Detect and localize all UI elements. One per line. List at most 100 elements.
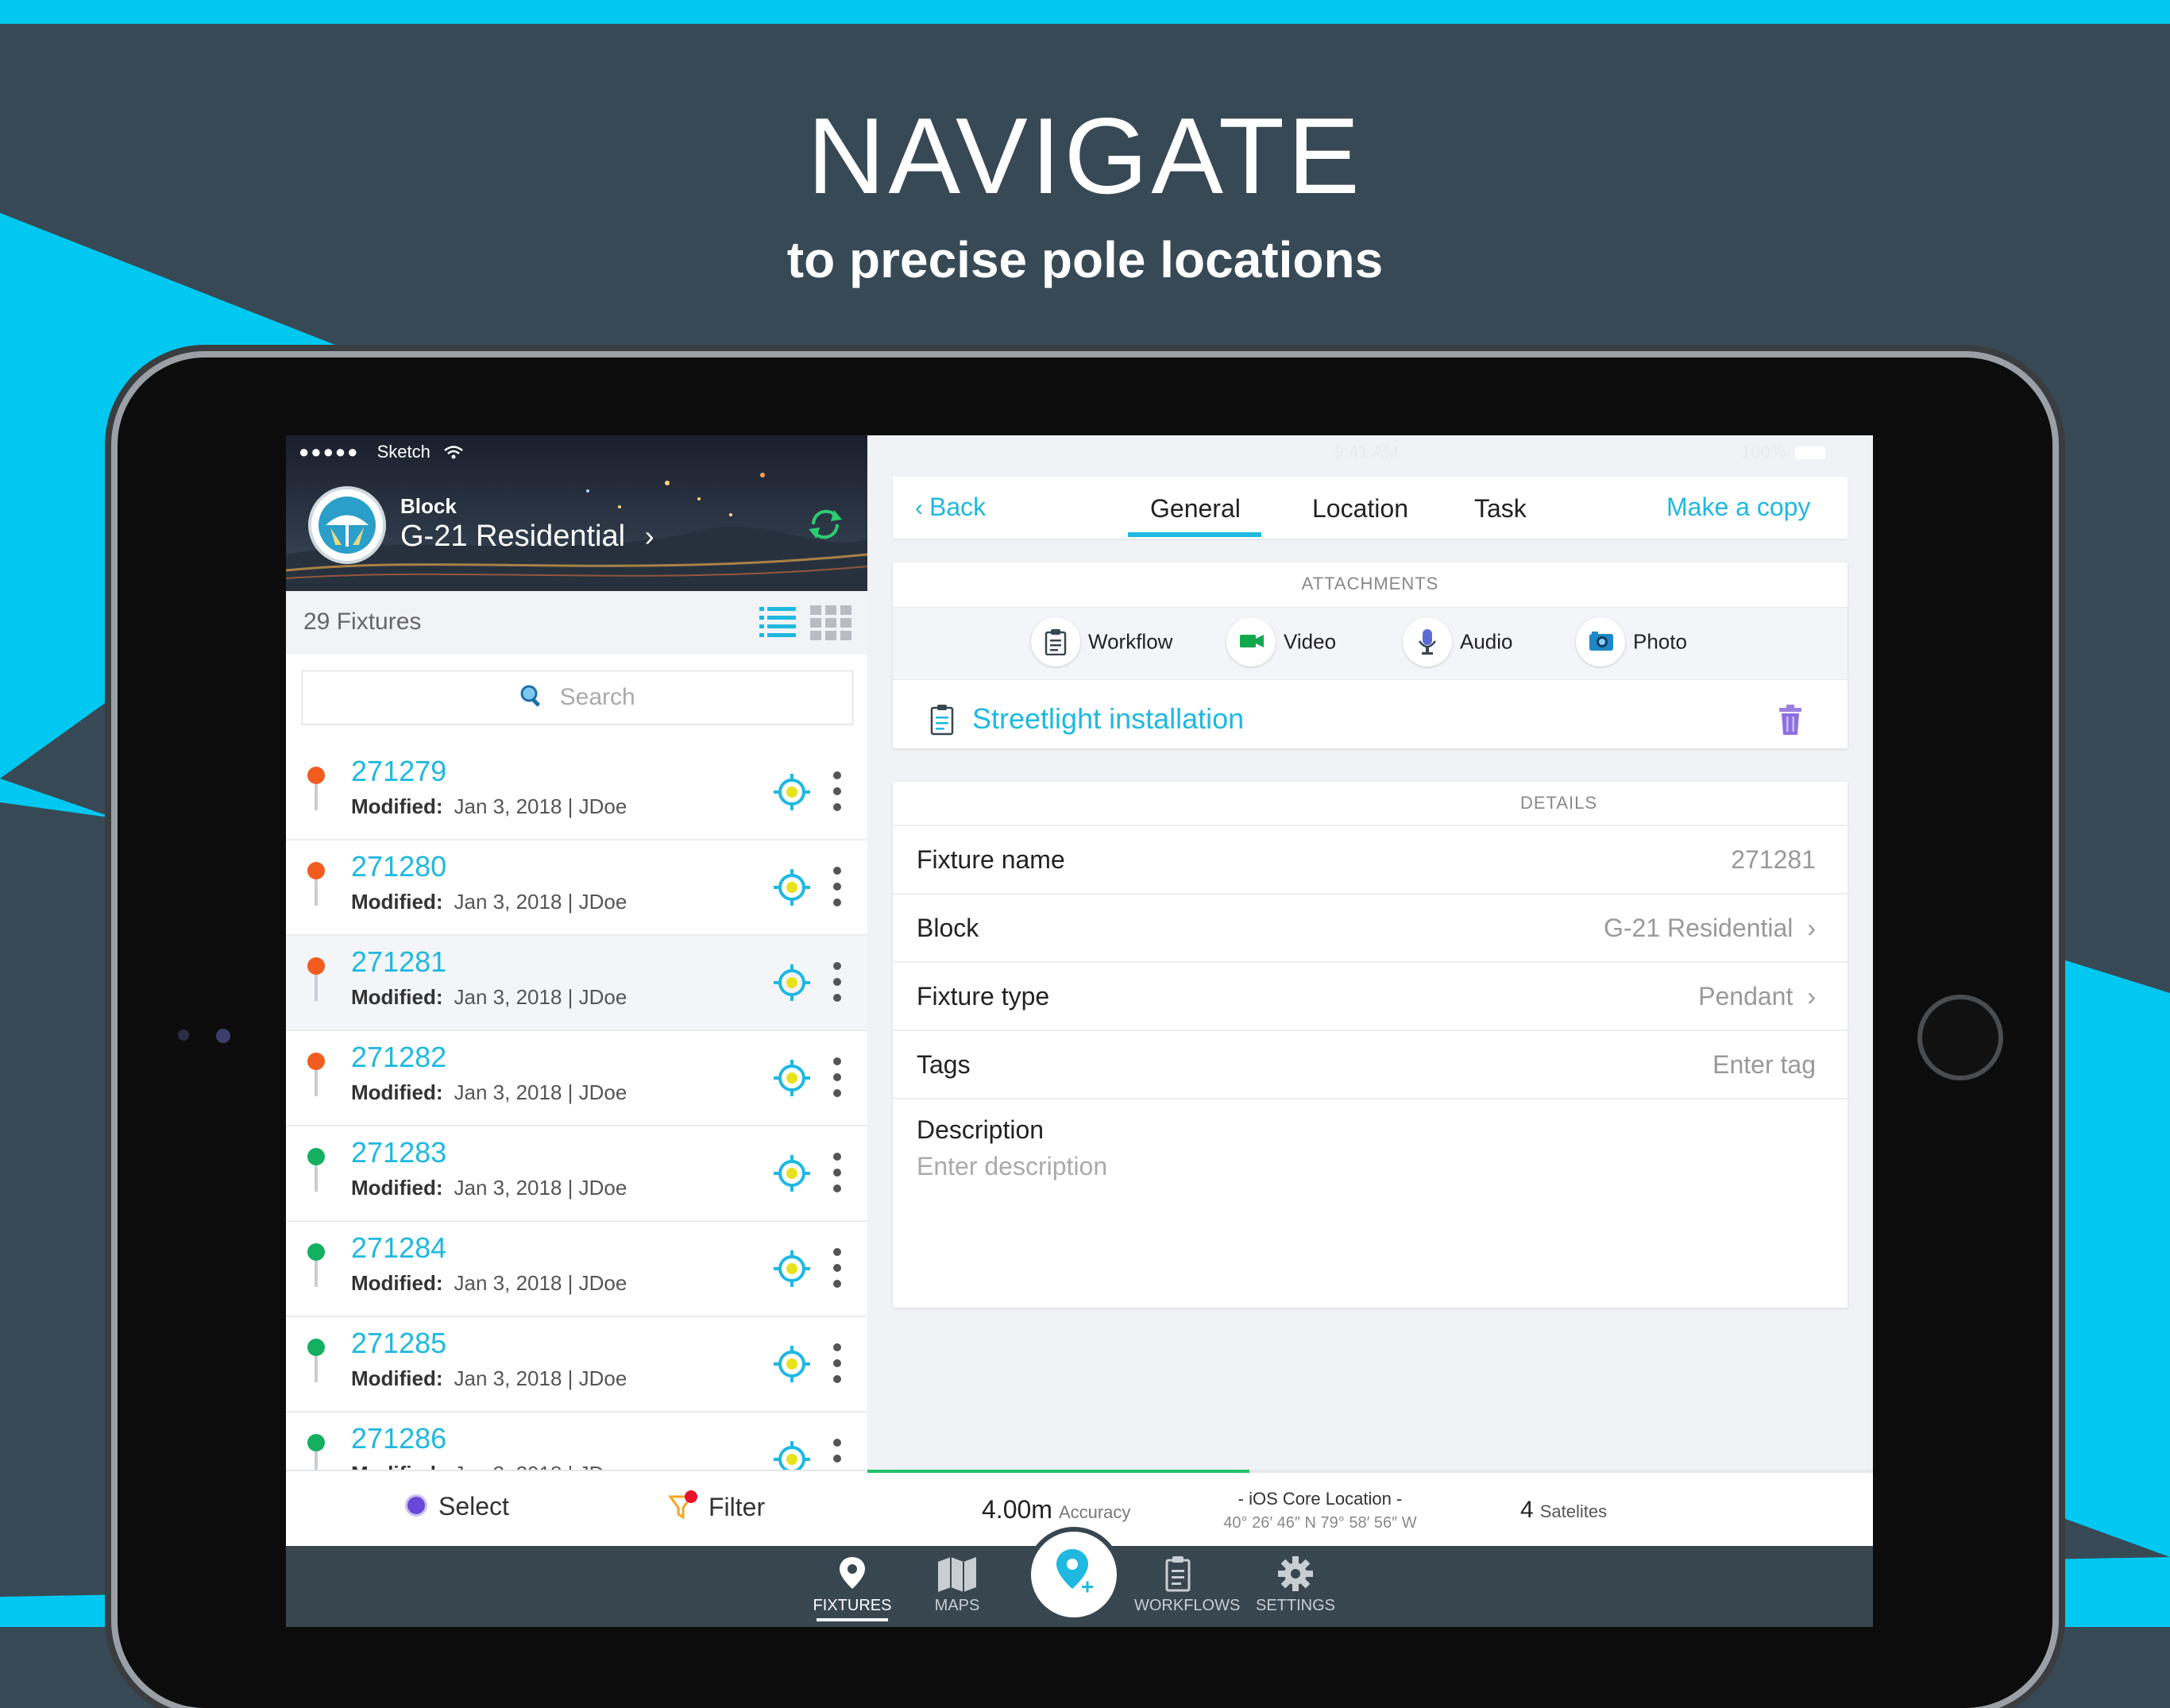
fixture-row[interactable]: 271282 Modified: Jan 3, 2018 | JDoe (286, 1031, 867, 1126)
modified-value: Jan 3, 2018 | JDoe (454, 794, 627, 818)
active-tab-indicator (1128, 532, 1261, 537)
location-progress-fill (867, 1470, 1250, 1473)
locate-target-icon[interactable] (772, 868, 812, 907)
block-header: ●●●●● Sketch Block G-21 Residential › (286, 435, 867, 591)
pin-icon (307, 1053, 325, 1096)
fixture-id: 271280 (351, 850, 447, 883)
hero-subtitle: to precise pole locations (786, 231, 1384, 288)
search-icon (520, 685, 541, 707)
trash-icon[interactable] (1778, 704, 1803, 736)
block-row[interactable]: Block G-21 Residential › (893, 893, 1848, 963)
camera-sensor (178, 1030, 189, 1041)
filter-icon (668, 1490, 697, 1520)
accuracy-value: 4.00m (982, 1495, 1052, 1524)
fixture-name-row[interactable]: Fixture name 271281 (893, 825, 1848, 895)
attach-audio-label: Audio (1460, 629, 1513, 654)
tab-general[interactable]: General (1150, 494, 1241, 524)
attach-photo-button[interactable]: Photo (1576, 617, 1687, 667)
modified-label: Modified: (351, 1366, 443, 1390)
locate-target-icon[interactable] (772, 1249, 812, 1289)
locate-target-icon[interactable] (772, 1058, 812, 1098)
filter-button[interactable]: Filter (667, 1490, 765, 1522)
select-button[interactable]: Select (405, 1492, 509, 1521)
tab-maps[interactable]: MAPS (913, 1554, 1001, 1615)
tab-settings[interactable]: SETTINGS (1252, 1554, 1339, 1615)
chevron-left-icon: ‹ (915, 495, 923, 521)
modified-label: Modified: (351, 890, 443, 914)
more-options-icon[interactable] (832, 771, 842, 812)
fixture-name-value: 271281 (1731, 845, 1816, 874)
grid-view-icon[interactable] (810, 604, 851, 640)
tab-fixtures[interactable]: FIXTURES (809, 1554, 896, 1621)
description-input[interactable]: Enter description (917, 1152, 1107, 1181)
details-heading: DETAILS (1520, 793, 1598, 813)
locate-target-icon[interactable] (772, 1344, 812, 1384)
more-options-icon[interactable] (832, 866, 842, 907)
attach-video-button[interactable]: Video (1226, 617, 1336, 667)
fixture-row[interactable]: 271280 Modified: Jan 3, 2018 | JDoe (286, 840, 867, 936)
pin-icon (307, 767, 325, 810)
fixture-row[interactable]: 271279 Modified: Jan 3, 2018 | JDoe (286, 745, 867, 840)
more-options-icon[interactable] (832, 1152, 842, 1193)
wifi-icon (444, 446, 463, 459)
app-screen: ●●●●● Sketch Block G-21 Residential › 29… (286, 435, 1873, 1627)
clipboard-icon (1165, 1556, 1191, 1592)
home-button[interactable] (1922, 999, 1998, 1076)
locate-target-icon[interactable] (772, 1153, 812, 1193)
block-name-link[interactable]: G-21 Residential › (400, 520, 654, 554)
list-view-icon[interactable] (759, 604, 796, 640)
tags-input[interactable]: Enter tag (1712, 1050, 1816, 1080)
clipboard-icon (1044, 629, 1067, 655)
map-pin-icon (840, 1557, 865, 1589)
fixture-row[interactable]: 271283 Modified: Jan 3, 2018 | JDoe (286, 1126, 867, 1222)
tags-row[interactable]: Tags Enter tag (893, 1030, 1848, 1099)
attached-workflow-row[interactable]: Streetlight installation (893, 690, 1848, 748)
tab-task[interactable]: Task (1474, 494, 1527, 524)
more-options-icon[interactable] (832, 1247, 842, 1289)
make-copy-button[interactable]: Make a copy (1666, 493, 1810, 522)
more-options-icon[interactable] (832, 1343, 842, 1384)
search-field[interactable]: Search (302, 670, 853, 725)
sync-icon[interactable] (805, 504, 845, 543)
tab-workflows[interactable]: WORKFLOWS (1134, 1554, 1240, 1615)
attach-workflow-button[interactable]: Workflow (1031, 617, 1172, 667)
tab-location[interactable]: Location (1312, 494, 1408, 524)
battery-status: 100% (1741, 442, 1826, 462)
fixture-detail-panel: 9:41 AM 100% ‹ Back General Location Task… (867, 435, 1873, 1546)
back-button[interactable]: ‹ Back (915, 493, 986, 522)
locate-target-icon[interactable] (772, 772, 812, 812)
fixtures-panel: ●●●●● Sketch Block G-21 Residential › 29… (286, 435, 867, 1627)
carrier-name: Sketch (376, 442, 431, 462)
left-footer: Select Filter (286, 1470, 867, 1548)
fixture-id: 271286 (351, 1422, 447, 1455)
tags-label: Tags (917, 1050, 971, 1079)
block-avatar[interactable] (311, 489, 383, 561)
block-name: G-21 Residential (400, 520, 626, 553)
attachments-card: ATTACHMENTS Workflow Video Audio Photo S… (893, 562, 1848, 748)
battery-level: 100% (1741, 442, 1786, 462)
select-label: Select (438, 1492, 509, 1521)
more-options-icon[interactable] (832, 961, 842, 1003)
fixture-type-value: Pendant (1698, 982, 1794, 1011)
attach-photo-label: Photo (1633, 629, 1687, 654)
modified-value: Jan 3, 2018 | JDoe (454, 1366, 627, 1390)
fixture-name-label: Fixture name (917, 845, 1065, 874)
pin-icon (307, 957, 325, 1001)
block-row-value: G-21 Residential (1604, 914, 1794, 942)
filter-label: Filter (709, 1493, 766, 1521)
attach-video-label: Video (1284, 629, 1337, 654)
fixture-list: 271279 Modified: Jan 3, 2018 | JDoe 271280 M… (286, 745, 867, 1508)
more-options-icon[interactable] (832, 1057, 842, 1098)
fixture-row[interactable]: 271284 Modified: Jan 3, 2018 | JDoe (286, 1222, 867, 1317)
fixture-row[interactable]: 271285 Modified: Jan 3, 2018 | JDoe (286, 1317, 867, 1412)
modified-label: Modified: (351, 1176, 443, 1200)
attach-audio-button[interactable]: Audio (1403, 617, 1513, 667)
chevron-right-icon: › (1807, 914, 1816, 942)
fixture-type-row[interactable]: Fixture type Pendant › (893, 961, 1848, 1031)
locate-target-icon[interactable] (772, 963, 812, 1003)
add-fixture-button[interactable] (1031, 1532, 1117, 1617)
location-coordinates: 40° 26′ 46″ N 79° 58′ 56″ W (1223, 1514, 1417, 1532)
location-source: - iOS Core Location - (1238, 1489, 1403, 1509)
fixture-id: 271285 (351, 1327, 447, 1359)
fixture-row[interactable]: 271281 Modified: Jan 3, 2018 | JDoe (286, 936, 867, 1031)
